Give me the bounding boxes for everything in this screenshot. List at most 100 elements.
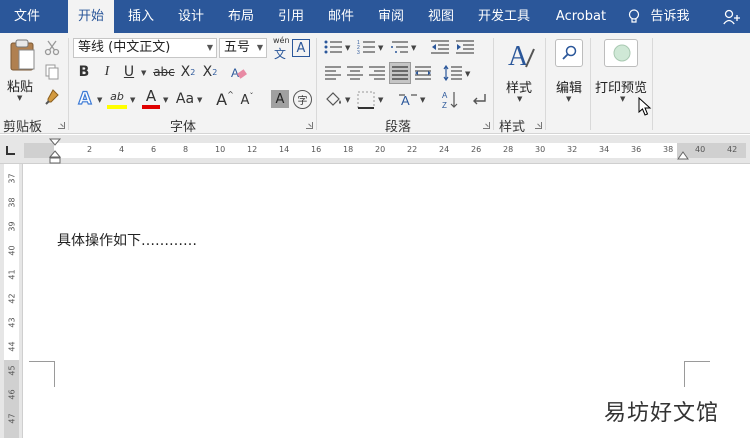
horizontal-ruler[interactable]: 2 4 6 8 10 12 14 16 18 20 22 24 26 28 30 32 34 36 38 40 42	[0, 135, 750, 164]
chinese-layout-icon[interactable]: A	[398, 91, 418, 109]
bold-button[interactable]: B	[76, 63, 92, 81]
multilevel-list-icon[interactable]	[390, 39, 410, 55]
justify-button-active[interactable]	[389, 62, 411, 84]
share-user-icon[interactable]	[723, 9, 741, 25]
styles-icon[interactable]: A	[506, 39, 536, 73]
lightbulb-icon[interactable]	[628, 9, 640, 24]
print-preview-button-frame[interactable]	[604, 39, 638, 67]
tab-developer[interactable]: 开发工具	[470, 0, 538, 33]
shading-icon[interactable]	[324, 91, 344, 109]
document-text[interactable]: 具体操作如下…………	[57, 230, 197, 250]
numbering-icon[interactable]: 1 2 3	[357, 39, 377, 55]
tab-mailings[interactable]: 邮件	[320, 0, 362, 33]
distributed-icon[interactable]	[414, 65, 432, 81]
shrink-font-button[interactable]: Aˇ	[238, 91, 256, 109]
superscript-button[interactable]: X2	[201, 63, 219, 81]
mouse-cursor-icon	[638, 97, 652, 116]
styles-dropdown-arrow[interactable]: ▼	[517, 95, 522, 103]
align-right-icon[interactable]	[368, 65, 386, 81]
change-case-dropdown-arrow[interactable]: ▼	[197, 96, 202, 104]
ruler-mark: 30	[535, 145, 546, 154]
numbering-dropdown-arrow[interactable]: ▼	[378, 44, 383, 52]
clear-formatting-icon[interactable]: A	[230, 65, 248, 81]
paragraph-dialog-launcher[interactable]	[483, 122, 490, 129]
line-spacing-dropdown-arrow[interactable]: ▼	[465, 70, 470, 78]
phonetic-guide-bottom[interactable]: 文	[274, 45, 286, 62]
first-line-indent-marker[interactable]	[49, 138, 61, 164]
tab-design[interactable]: 设计	[170, 0, 212, 33]
multilevel-dropdown-arrow[interactable]: ▼	[411, 44, 416, 52]
cut-icon[interactable]	[44, 40, 60, 56]
format-painter-icon[interactable]	[44, 88, 62, 106]
styles-dialog-launcher[interactable]	[535, 122, 542, 129]
editing-button-frame[interactable]	[555, 39, 583, 67]
font-color-dropdown-arrow[interactable]: ▼	[163, 96, 168, 104]
show-hide-marks-icon[interactable]	[470, 91, 488, 109]
vertical-ruler-mark: 42	[7, 293, 17, 304]
vertical-ruler-mark: 38	[7, 197, 17, 208]
vertical-ruler[interactable]: 37 38 39 40 41 42 43 44 45 46 47	[0, 164, 23, 438]
increase-indent-icon[interactable]	[455, 39, 475, 55]
strikethrough-button[interactable]: abc	[152, 63, 176, 81]
borders-icon[interactable]	[357, 91, 375, 109]
paste-dropdown-arrow[interactable]: ▼	[17, 94, 22, 102]
underline-dropdown-arrow[interactable]: ▼	[141, 69, 146, 77]
font-size-combo[interactable]: 五号 ▼	[219, 38, 267, 58]
phonetic-guide-top[interactable]: wén	[273, 36, 290, 45]
tab-home[interactable]: 开始	[68, 0, 114, 34]
tab-acrobat[interactable]: Acrobat	[548, 0, 614, 33]
copy-icon[interactable]	[44, 64, 60, 80]
underline-button[interactable]: U	[121, 63, 137, 81]
grow-font-button[interactable]: A ^	[216, 89, 234, 109]
change-case-button[interactable]: Aa	[174, 90, 196, 108]
highlight-dropdown-arrow[interactable]: ▼	[130, 96, 135, 104]
styles-group-label: 样式	[499, 120, 526, 135]
shading-dropdown-arrow[interactable]: ▼	[345, 96, 350, 104]
chinese-layout-dropdown-arrow[interactable]: ▼	[420, 96, 425, 104]
group-divider	[590, 38, 591, 130]
character-border-button[interactable]: A	[292, 39, 310, 57]
text-effects-dropdown-arrow[interactable]: ▼	[97, 96, 102, 104]
font-color-button[interactable]: A	[142, 87, 160, 105]
decrease-indent-icon[interactable]	[430, 39, 450, 55]
character-shading-button[interactable]: A	[271, 90, 289, 108]
paste-button-label[interactable]: 粘贴	[7, 76, 33, 95]
align-left-icon[interactable]	[324, 65, 342, 81]
text-effects-button[interactable]: A	[76, 88, 94, 109]
font-group-label: 字体	[170, 120, 197, 135]
vertical-ruler-mark: 47	[7, 413, 17, 424]
enclose-characters-button[interactable]: 字	[293, 90, 312, 109]
bullets-dropdown-arrow[interactable]: ▼	[345, 44, 350, 52]
shrink-font-letter: A	[240, 92, 250, 108]
right-indent-marker[interactable]	[677, 151, 689, 161]
tab-review[interactable]: 审阅	[370, 0, 412, 33]
editing-button-label[interactable]: 编辑	[556, 77, 582, 96]
italic-button[interactable]: I	[99, 63, 115, 81]
bullets-icon[interactable]	[324, 39, 344, 55]
line-spacing-icon[interactable]	[443, 65, 463, 81]
ruler-mark: 12	[247, 145, 258, 154]
vertical-ruler-mark: 45	[7, 365, 17, 376]
highlight-button[interactable]: ab	[106, 88, 128, 104]
tab-file[interactable]: 文件	[6, 0, 48, 33]
group-divider	[652, 38, 653, 130]
subscript-button[interactable]: X2	[179, 63, 197, 81]
paste-icon[interactable]	[8, 38, 36, 72]
tab-selector-icon[interactable]	[6, 146, 15, 155]
tab-insert[interactable]: 插入	[120, 0, 162, 33]
clipboard-dialog-launcher[interactable]	[58, 122, 65, 129]
tab-layout[interactable]: 布局	[220, 0, 262, 33]
font-dialog-launcher[interactable]	[306, 122, 313, 129]
styles-button-label[interactable]: 样式	[506, 77, 532, 96]
print-preview-dropdown-arrow[interactable]: ▼	[620, 95, 625, 103]
sort-icon[interactable]: A Z	[441, 90, 459, 110]
font-name-combo[interactable]: 等线 (中文正文) ▼	[73, 38, 217, 58]
align-center-icon[interactable]	[346, 65, 364, 81]
print-preview-label[interactable]: 打印预览	[595, 77, 647, 96]
tab-view[interactable]: 视图	[420, 0, 462, 33]
tab-references[interactable]: 引用	[270, 0, 312, 33]
tell-me-box[interactable]: 告诉我	[646, 0, 694, 33]
borders-dropdown-arrow[interactable]: ▼	[378, 96, 383, 104]
ruler-mark: 22	[407, 145, 418, 154]
editing-dropdown-arrow[interactable]: ▼	[566, 95, 571, 103]
